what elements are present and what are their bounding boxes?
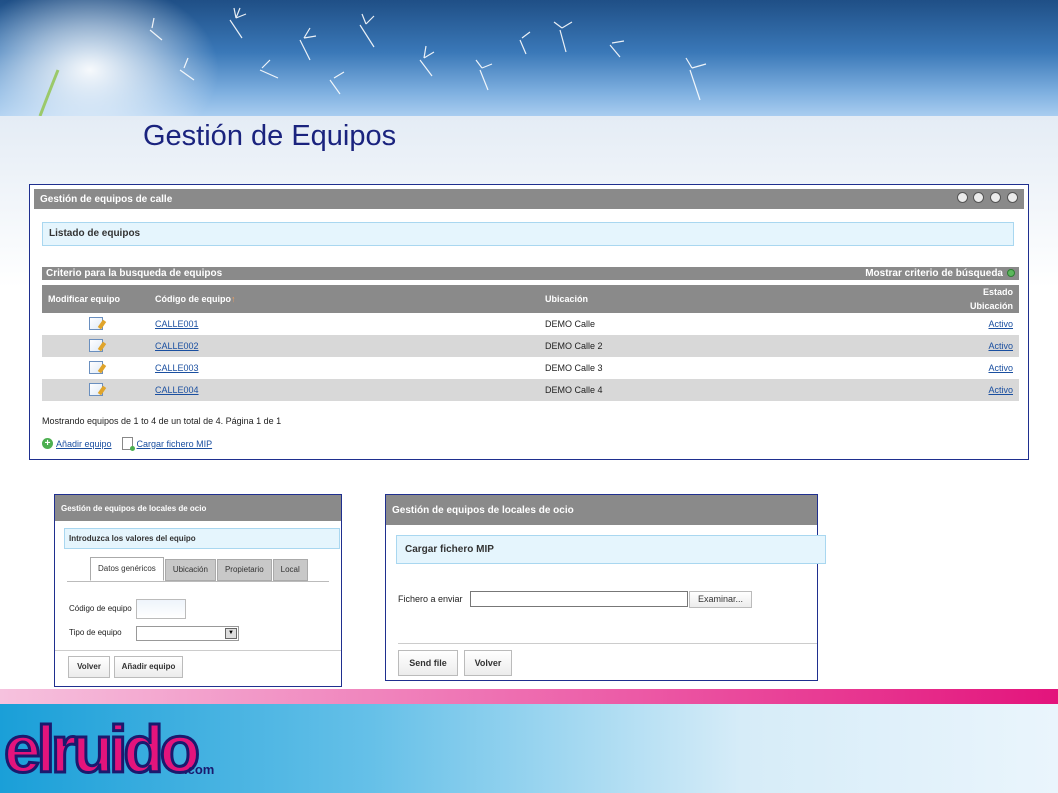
form-divider — [398, 643, 817, 644]
location-cell: DEMO Calle 2 — [539, 335, 887, 357]
back-button[interactable]: Volver — [464, 650, 512, 676]
back-button[interactable]: Volver — [68, 656, 110, 678]
logo-text: elruido — [4, 712, 198, 786]
add-equipment-button[interactable]: Añadir equipo — [114, 656, 183, 678]
code-cell: CALLE004 — [149, 379, 539, 401]
equipment-type-label: Tipo de equipo — [69, 628, 122, 637]
panel-header: Gestión de equipos de locales de ocio — [55, 495, 341, 521]
section-title: Introduzca los valores del equipo — [64, 528, 340, 549]
equipment-code-link[interactable]: CALLE004 — [155, 385, 199, 395]
browse-button[interactable]: Examinar... — [689, 591, 752, 608]
table-header-row: Modificar equipo Código de equipo↑ Ubica… — [42, 285, 1019, 313]
code-cell: CALLE002 — [149, 335, 539, 357]
window-controls — [954, 192, 1018, 206]
chevron-down-icon: ▼ — [225, 628, 237, 639]
logo-suffix: .com — [184, 762, 214, 777]
expand-dot-icon — [1007, 269, 1015, 278]
status-cell: Activo — [887, 357, 1019, 379]
status-cell: Activo — [887, 379, 1019, 401]
edit-cell — [42, 379, 149, 401]
edit-cell — [42, 357, 149, 379]
edit-icon[interactable] — [88, 382, 103, 396]
panel-header: Gestión de equipos de calle — [34, 189, 1024, 209]
add-equipment-action[interactable]: + Añadir equipo — [42, 438, 112, 449]
equipment-code-link[interactable]: CALLE001 — [155, 319, 199, 329]
panel-title: Gestión de equipos de locales de ocio — [61, 503, 207, 513]
close-icon[interactable] — [1007, 192, 1018, 203]
panel-header: Gestión de equipos de locales de ocio — [386, 495, 817, 525]
file-path-input[interactable] — [470, 591, 688, 607]
form-tabs: Datos genéricos Ubicación Propietario Lo… — [90, 557, 309, 581]
minimize-icon[interactable] — [973, 192, 985, 203]
location-cell: DEMO Calle 4 — [539, 379, 887, 401]
elruido-logo: elruido .com — [4, 711, 214, 788]
col-header-status-line1: Estado — [982, 287, 1013, 297]
equipment-type-select[interactable]: ▼ — [136, 626, 239, 641]
pagination-summary: Mostrando equipos de 1 to 4 de un total … — [42, 416, 282, 426]
table-actions: + Añadir equipo Cargar fichero MIP — [42, 437, 222, 451]
add-icon: + — [42, 438, 53, 449]
col-header-status: Estado Ubicación — [887, 285, 1019, 313]
upload-mip-action[interactable]: Cargar fichero MIP — [121, 437, 213, 451]
search-criteria-bar: Criterio para la busqueda de equipos Mos… — [42, 267, 1019, 280]
status-link[interactable]: Activo — [988, 341, 1013, 351]
edit-icon[interactable] — [88, 316, 103, 330]
table-row: CALLE003 DEMO Calle 3 Activo — [42, 357, 1019, 379]
footer-pink-band — [0, 689, 1058, 704]
status-cell: Activo — [887, 335, 1019, 357]
equipment-code-link[interactable]: CALLE003 — [155, 363, 199, 373]
add-equipment-link[interactable]: Añadir equipo — [56, 439, 112, 449]
tab-location[interactable]: Ubicación — [164, 559, 216, 581]
panel-title: Gestión de equipos de calle — [40, 193, 173, 205]
file-to-send-label: Fichero a enviar — [398, 594, 463, 604]
col-header-code[interactable]: Código de equipo↑ — [149, 285, 539, 313]
col-header-location: Ubicación — [539, 285, 887, 313]
status-link[interactable]: Activo — [988, 319, 1013, 329]
col-header-status-line2: Ubicación — [969, 301, 1013, 311]
tab-generic-data[interactable]: Datos genéricos — [90, 557, 164, 581]
file-upload-icon — [121, 437, 135, 451]
col-header-edit: Modificar equipo — [42, 285, 149, 313]
table-row: CALLE002 DEMO Calle 2 Activo — [42, 335, 1019, 357]
tab-owner[interactable]: Propietario — [216, 559, 272, 581]
send-file-button[interactable]: Send file — [398, 650, 458, 676]
criteria-label: Criterio para la busqueda de equipos — [46, 268, 223, 279]
sort-arrow-icon: ↑ — [231, 294, 236, 304]
code-cell: CALLE001 — [149, 313, 539, 335]
tab-venue[interactable]: Local — [272, 559, 308, 581]
equipment-code-label: Código de equipo — [69, 604, 132, 613]
equipment-code-input[interactable] — [136, 599, 186, 619]
page-title: Gestión de Equipos — [143, 120, 397, 152]
status-link[interactable]: Activo — [988, 385, 1013, 395]
edit-cell — [42, 313, 149, 335]
form-divider — [55, 650, 341, 651]
equipment-table: Modificar equipo Código de equipo↑ Ubica… — [42, 285, 1019, 401]
equipment-code-link[interactable]: CALLE002 — [155, 341, 199, 351]
tabs-divider — [67, 581, 329, 582]
edit-cell — [42, 335, 149, 357]
section-title: Cargar fichero MIP — [396, 535, 826, 564]
header-banner — [0, 0, 1058, 116]
col-header-code-label: Código de equipo — [155, 294, 231, 304]
edit-icon[interactable] — [88, 338, 103, 352]
status-link[interactable]: Activo — [988, 363, 1013, 373]
dandelion-seeds-illustration — [38, 7, 707, 116]
location-cell: DEMO Calle — [545, 319, 596, 329]
table-row: CALLE004 DEMO Calle 4 Activo — [42, 379, 1019, 401]
leisure-equipment-form-panel: Gestión de equipos de locales de ocio In… — [54, 494, 342, 687]
section-title: Listado de equipos — [42, 222, 1014, 246]
panel-title: Gestión de equipos de locales de ocio — [392, 504, 574, 516]
status-cell: Activo — [887, 313, 1019, 335]
table-row: CALLE001 DEMO Calle Activo — [42, 313, 1019, 335]
show-criteria-toggle[interactable]: Mostrar criterio de búsqueda — [865, 268, 1015, 279]
edit-icon[interactable] — [88, 360, 103, 374]
upload-mip-panel: Gestión de equipos de locales de ocio Ca… — [385, 494, 826, 681]
code-cell: CALLE003 — [149, 357, 539, 379]
maximize-icon[interactable] — [990, 192, 1002, 203]
street-equipment-panel: Gestión de equipos de calle Listado de e… — [29, 184, 1029, 460]
location-cell: DEMO Calle 3 — [545, 363, 603, 373]
upload-mip-link[interactable]: Cargar fichero MIP — [137, 439, 213, 449]
more-icon[interactable] — [956, 192, 968, 203]
show-criteria-label: Mostrar criterio de búsqueda — [865, 268, 1003, 279]
